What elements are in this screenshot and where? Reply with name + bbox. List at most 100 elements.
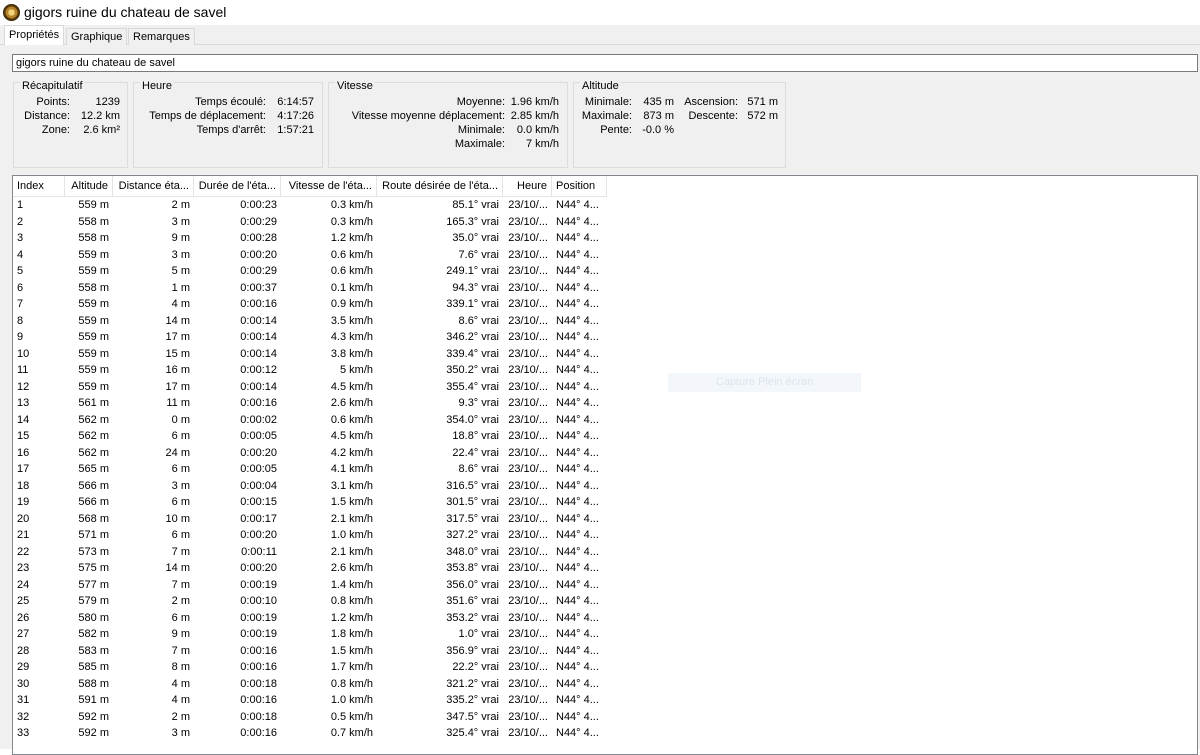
cell-course: 1.0° vrai	[458, 628, 499, 640]
table-row[interactable]: 29 585 m 8 m 0:00:16 1.7 km/h 22.2° vrai 23/10…	[13, 659, 607, 676]
recap-label: Points:	[36, 96, 70, 108]
table-row[interactable]: 13 561 m 11 m 0:00:16 2.6 km/h 9.3° vrai 23/10…	[13, 395, 607, 412]
cell-speed: 3.5 km/h	[330, 314, 373, 327]
table-row[interactable]: 10 559 m 15 m 0:00:14 3.8 km/h 339.4° vrai 23/…	[13, 346, 607, 363]
cell-index: 15	[17, 430, 30, 442]
recap-row-distance: Distance: 12.2 km	[20, 109, 120, 123]
window-title: gigors ruine du chateau de savel	[24, 4, 227, 20]
cell-index: 32	[17, 710, 30, 723]
cell-speed: 0.7 km/h	[330, 727, 373, 739]
table-row[interactable]: 2 558 m 3 m 0:00:29 0.3 km/h 165.3° vrai 23/10…	[13, 214, 607, 231]
cell-time: 23/10/...	[508, 578, 548, 591]
track-name-input[interactable]: gigors ruine du chateau de savel	[12, 54, 1198, 72]
tab-proprietes[interactable]: Propriétés	[4, 25, 65, 46]
table-row[interactable]: 4 559 m 3 m 0:00:20 0.6 km/h 7.6° vrai 23/10/.…	[13, 247, 607, 264]
col-header-position[interactable]: Position	[552, 176, 607, 197]
table-row[interactable]: 7 559 m 4 m 0:00:16 0.9 km/h 339.1° vrai 23/10…	[13, 296, 607, 313]
properties-panel: gigors ruine du chateau de savel Récapit…	[0, 45, 1200, 755]
cell-course: 356.9° vrai	[446, 644, 499, 657]
altitude-row-slope: Pente: -0.0 %	[578, 123, 674, 137]
tab-graphique[interactable]: Graphique	[66, 28, 128, 46]
table-row[interactable]: 30 588 m 4 m 0:00:18 0.8 km/h 321.2° vrai 23/1…	[13, 676, 607, 693]
table-row[interactable]: 27 582 m 9 m 0:00:19 1.8 km/h 1.0° vrai 23/10/…	[13, 626, 607, 643]
col-header-duration[interactable]: Durée de l'éta...	[194, 176, 281, 197]
cell-duration: 0:00:16	[240, 694, 277, 706]
cell-speed: 1.4 km/h	[330, 578, 373, 591]
table-row[interactable]: 6 558 m 1 m 0:00:37 0.1 km/h 94.3° vrai 23/10/…	[13, 280, 607, 297]
col-header-altitude[interactable]: Altitude	[65, 176, 113, 197]
table-row[interactable]: 24 577 m 7 m 0:00:19 1.4 km/h 356.0° vrai 23/1…	[13, 577, 607, 594]
col-header-time[interactable]: Heure	[503, 176, 552, 197]
cell-index: 30	[17, 677, 30, 690]
table-row[interactable]: 16 562 m 24 m 0:00:20 4.2 km/h 22.4° vrai 23/1…	[13, 445, 607, 462]
table-row[interactable]: 9 559 m 17 m 0:00:14 4.3 km/h 346.2° vrai 23/1…	[13, 329, 607, 346]
table-row[interactable]: 25 579 m 2 m 0:00:10 0.8 km/h 351.6° vrai 23/1…	[13, 593, 607, 610]
table-row[interactable]: 22 573 m 7 m 0:00:11 2.1 km/h 348.0° vrai 23/1…	[13, 544, 607, 561]
table-row[interactable]: 14 562 m 0 m 0:00:02 0.6 km/h 354.0° vrai 23/1…	[13, 412, 607, 429]
cell-course: 9.3° vrai	[458, 397, 499, 409]
altitude-group: Altitude Minimale: 435 m Ascension: 571 …	[573, 80, 786, 168]
table-row[interactable]: 23 575 m 14 m 0:00:20 2.6 km/h 353.8° vrai 23/…	[13, 560, 607, 577]
heure-row-stopped: Temps d'arrêt: 1:57:21	[140, 123, 314, 137]
table-row[interactable]: 33 592 m 3 m 0:00:16 0.7 km/h 325.4° vrai 23/1…	[13, 725, 607, 742]
col-header-index[interactable]: Index	[13, 176, 65, 197]
cell-course: 85.1° vrai	[452, 199, 499, 211]
points-table[interactable]: Index Altitude Distance éta... Durée de …	[12, 175, 1198, 755]
cell-distance: 3 m	[171, 727, 190, 739]
cell-altitude: 559 m	[78, 298, 109, 310]
table-row[interactable]: 11 559 m 16 m 0:00:12 5 km/h 350.2° vrai 23/10…	[13, 362, 607, 379]
heure-row-moving: Temps de déplacement: 4:17:26	[140, 109, 314, 123]
cell-index: 1	[17, 199, 24, 211]
table-row[interactable]: 19 566 m 6 m 0:00:15 1.5 km/h 301.5° vrai 23/1…	[13, 494, 607, 511]
altitude-value: 435 m	[643, 96, 674, 108]
cell-distance: 9 m	[171, 628, 190, 640]
table-row[interactable]: 32 592 m 2 m 0:00:18 0.5 km/h 347.5° vrai 23/1…	[13, 709, 607, 726]
cell-course: 249.1° vrai	[446, 265, 499, 277]
table-row[interactable]: 20 568 m 10 m 0:00:17 2.1 km/h 317.5° vrai 23/…	[13, 511, 607, 528]
table-row[interactable]: 5 559 m 5 m 0:00:29 0.6 km/h 249.1° vrai 23/10…	[13, 263, 607, 280]
cell-time: 23/10/...	[508, 496, 548, 508]
cell-speed: 0.8 km/h	[330, 595, 373, 607]
table-row[interactable]: 26 580 m 6 m 0:00:19 1.2 km/h 353.2° vrai 23/1…	[13, 610, 607, 627]
cell-distance: 0 m	[171, 413, 190, 426]
cell-distance: 4 m	[171, 298, 190, 310]
cell-distance: 24 m	[165, 446, 190, 459]
vitesse-row-average: Moyenne: 1.96 km/h	[333, 95, 559, 109]
cell-position: N44° 4...	[556, 496, 599, 508]
cell-duration: 0:00:20	[240, 248, 277, 261]
table-row[interactable]: 21 571 m 6 m 0:00:20 1.0 km/h 327.2° vrai 23/1…	[13, 527, 607, 544]
table-row[interactable]: 18 566 m 3 m 0:00:04 3.1 km/h 316.5° vrai 23/1…	[13, 478, 607, 495]
cell-speed: 4.5 km/h	[330, 380, 373, 393]
cell-altitude: 591 m	[78, 694, 109, 706]
cell-duration: 0:00:19	[240, 628, 277, 640]
altitude-value: 873 m	[643, 110, 674, 122]
table-row[interactable]: 1 559 m 2 m 0:00:23 0.3 km/h 85.1° vrai 23/10/…	[13, 197, 607, 214]
cell-index: 13	[17, 397, 30, 409]
cell-time: 23/10/...	[508, 529, 548, 541]
col-header-speed[interactable]: Vitesse de l'éta...	[281, 176, 377, 197]
cell-index: 27	[17, 628, 30, 640]
cell-course: 321.2° vrai	[446, 677, 499, 690]
col-header-distance[interactable]: Distance éta...	[113, 176, 194, 197]
tab-remarques[interactable]: Remarques	[128, 28, 195, 46]
cell-speed: 0.9 km/h	[330, 298, 373, 310]
table-row[interactable]: 3 558 m 9 m 0:00:28 1.2 km/h 35.0° vrai 23/10/…	[13, 230, 607, 247]
table-row[interactable]: 12 559 m 17 m 0:00:14 4.5 km/h 355.4° vrai 23/…	[13, 379, 607, 396]
table-row[interactable]: 31 591 m 4 m 0:00:16 1.0 km/h 335.2° vrai 23/1…	[13, 692, 607, 709]
recap-value: 1239	[95, 96, 120, 108]
tab-bar: Propriétés Graphique Remarques	[0, 25, 1200, 46]
cell-course: 327.2° vrai	[446, 529, 499, 541]
cell-course: 94.3° vrai	[452, 281, 499, 294]
col-header-course[interactable]: Route désirée de l'éta...	[377, 176, 503, 197]
heure-label: Temps de déplacement:	[149, 110, 266, 122]
cell-index: 20	[17, 512, 30, 525]
cell-duration: 0:00:02	[240, 413, 277, 426]
cell-speed: 0.1 km/h	[330, 281, 373, 294]
table-row[interactable]: 8 559 m 14 m 0:00:14 3.5 km/h 8.6° vrai 23/10/…	[13, 313, 607, 330]
cell-time: 23/10/...	[508, 364, 548, 376]
table-row[interactable]: 17 565 m 6 m 0:00:05 4.1 km/h 8.6° vrai 23/10/…	[13, 461, 607, 478]
table-row[interactable]: 28 583 m 7 m 0:00:16 1.5 km/h 356.9° vrai 23/1…	[13, 643, 607, 660]
cell-position: N44° 4...	[556, 578, 599, 591]
table-row[interactable]: 15 562 m 6 m 0:00:05 4.5 km/h 18.8° vrai 23/10…	[13, 428, 607, 445]
cell-speed: 0.6 km/h	[330, 413, 373, 426]
